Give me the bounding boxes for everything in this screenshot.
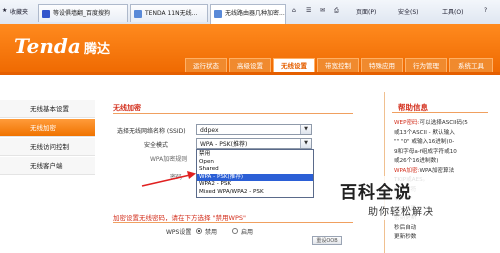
help-line-text: 可以选择ASCII码(5	[419, 120, 468, 126]
left-menu: 无线基本设置 无线加密 无线访问控制 无线客户端	[0, 100, 95, 253]
title-divider	[113, 113, 353, 114]
chevron-down-icon: ▼	[300, 139, 311, 148]
wps-disable-label: 禁用	[205, 229, 218, 236]
help-line: 9和字母a-f组成字符或10	[394, 148, 490, 158]
favorites-label[interactable]: 收藏夹	[10, 7, 28, 16]
sidebar-item-wireless-encryption[interactable]: 无线加密	[0, 119, 95, 137]
wpa-rule-label: WPA加密规则	[150, 156, 188, 163]
dropdown-option-mixed[interactable]: Mixed WPA/WPA2 - PSK	[197, 189, 313, 197]
nav-tab-wireless[interactable]: 无线设置	[273, 58, 315, 72]
nav-underline	[0, 72, 500, 75]
page-favicon-icon	[134, 10, 142, 18]
help-line-text: 或26个16进制数)	[394, 158, 439, 164]
help-line-keyword: WPA加密:	[394, 167, 420, 174]
help-line: 更新秒数	[394, 233, 490, 243]
browser-tab-tenda[interactable]: TENDA 11N无线...	[130, 4, 208, 22]
page-favicon-icon	[214, 10, 222, 18]
wps-enable-radio[interactable]	[232, 228, 238, 234]
tenda-logo: Tenda	[14, 34, 81, 58]
nav-tab-behavior[interactable]: 行为管理	[405, 58, 447, 72]
tenda-logo-cn: 腾达	[84, 42, 111, 57]
watermark-subtitle: 助你轻松解决	[368, 207, 434, 218]
nav-tab-status[interactable]: 运行状态	[185, 58, 227, 72]
browser-tab-bar: ★ 收藏夹 等设俱墙翻_百度搜狗 TENDA 11N无线... 无线路由器几种加…	[0, 0, 500, 25]
help-line: WPA加密:WPA加密算法	[394, 167, 490, 177]
ssid-label: 选择无线网络名称 (SSID)	[117, 128, 186, 135]
baidu-favicon-icon	[42, 10, 50, 18]
browser-tab-active[interactable]: 无线路由器几种加密...	[210, 4, 286, 24]
reset-oob-button[interactable]: 重设OOB	[312, 236, 342, 245]
help-line: 或26个16进制数)	[394, 157, 490, 167]
wps-label: WPS设置	[166, 229, 192, 236]
help-line-text: WPA加密算法	[419, 167, 455, 174]
sidebar-item-clients[interactable]: 无线客户端	[0, 157, 95, 175]
print-icon[interactable]: ⎙	[334, 7, 339, 15]
sidebar-item-access-control[interactable]: 无线访问控制	[0, 138, 95, 156]
chevron-down-icon: ▼	[300, 125, 311, 134]
help-line-text: 9和字母a-f组成字符或10	[394, 148, 457, 155]
security-mode-select[interactable]: WPA - PSK(推荐) ▼	[196, 138, 312, 149]
wps-enable-label: 启用	[241, 229, 254, 236]
hint-divider	[113, 222, 353, 223]
dropdown-option-wpa2-psk[interactable]: WPA2 - PSK	[197, 181, 313, 189]
wps-hint: 加密设置无线密码，请在下方选择 "禁用WPS"	[113, 214, 247, 222]
nav-tab-system[interactable]: 系统工具	[449, 58, 493, 72]
feed-icon[interactable]: ☰	[306, 7, 311, 14]
help-divider	[392, 112, 488, 113]
help-line-text: "" "0" 或输入16进制(0-	[394, 139, 455, 145]
help-icon[interactable]: ?	[484, 7, 487, 14]
favorites-star-icon[interactable]: ★	[2, 7, 7, 14]
dropdown-option-shared[interactable]: Shared	[197, 166, 313, 174]
security-mode-dropdown[interactable]: 禁用 Open Shared WPA - PSK(推荐) WPA2 - PSK …	[196, 149, 314, 198]
nav-tab-special[interactable]: 特殊应用	[361, 58, 403, 72]
wps-disable-radio[interactable]	[196, 228, 202, 234]
help-line-text: 秒后自动	[394, 224, 417, 231]
mail-icon[interactable]: ✉	[320, 7, 325, 14]
nav-tab-advanced[interactable]: 高级设置	[229, 58, 271, 72]
security-mode-label: 安全模式	[144, 142, 169, 149]
watermark-title: 百科全说	[340, 183, 412, 203]
red-arrow-annotation	[141, 171, 196, 187]
help-line-text: 或13个ASCII - 默认输入	[394, 129, 455, 136]
browser-tab-baidu[interactable]: 等设俱墙翻_百度搜狗	[38, 4, 128, 22]
page-menu[interactable]: 页面(P)	[356, 7, 376, 16]
help-line: 或13个ASCII - 默认输入	[394, 129, 490, 139]
home-icon[interactable]: ⌂	[292, 7, 296, 14]
dropdown-option-disabled[interactable]: 禁用	[197, 151, 313, 159]
tools-menu[interactable]: 工具(O)	[442, 7, 463, 16]
safety-menu[interactable]: 安全(S)	[398, 7, 419, 16]
help-line-keyword: WEP密码:	[394, 120, 420, 126]
dropdown-option-open[interactable]: Open	[197, 159, 313, 167]
nav-tab-bandwidth[interactable]: 带宽控制	[317, 58, 359, 72]
dropdown-option-wpa-psk[interactable]: WPA - PSK(推荐)	[197, 173, 313, 181]
sidebar-item-wireless-basic[interactable]: 无线基本设置	[0, 100, 95, 118]
help-line: 秒后自动	[394, 224, 490, 234]
help-line-text: 更新秒数	[394, 234, 417, 240]
help-line: "" "0" 或输入16进制(0-	[394, 138, 490, 148]
ssid-select[interactable]: ddpex ▼	[196, 124, 312, 135]
page-title: 无线加密	[113, 104, 141, 112]
help-line: WEP密码:可以选择ASCII码(5	[394, 119, 490, 129]
